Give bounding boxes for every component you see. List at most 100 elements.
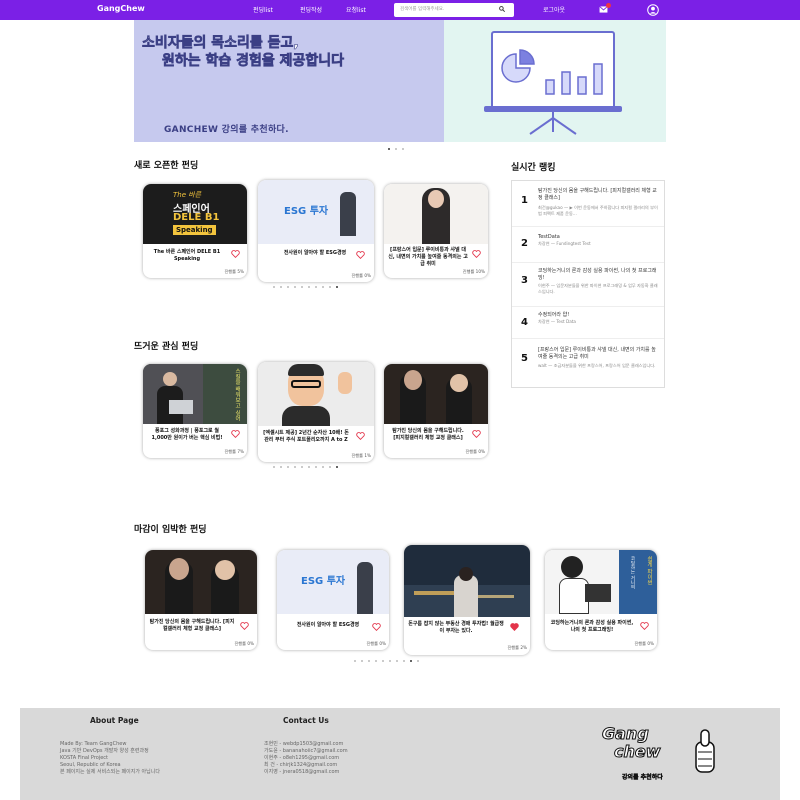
thumb-text: DELE B1 — [173, 212, 220, 223]
rank-number: 1 — [521, 195, 528, 206]
section-title-hot: 뜨거운 관심 펀딩 — [134, 342, 199, 352]
card-thumbnail: 쉽게 파이썬 코딩하는 거니의 — [545, 550, 657, 614]
search-input[interactable]: 검색어를 입력해주세요. — [400, 6, 444, 12]
funding-card[interactable]: 쉽게 파이썬 코딩하는 거니의 코딩하는거니의 론과 감성 실용 파이썬, 나의… — [545, 550, 657, 650]
card-progress: 진행률 0% — [351, 273, 371, 278]
slide-dot[interactable] — [395, 148, 397, 150]
banner-right-panel — [444, 20, 666, 142]
card-title: 탐가진 당신의 몸을 구해드립니다. [피지컬갤러리 체형 교정 클래스] — [392, 428, 464, 441]
footer-about-line: Made By: Team GangChew — [60, 741, 127, 747]
heart-icon[interactable] — [356, 251, 365, 259]
card-title: 전사원이 알아야 할 ESG경영 — [283, 250, 347, 256]
funding-card[interactable]: 탐가진 당신의 몸을 구해드립니다. [피지컬갤러리 체형 교정 클래스] 진행… — [145, 550, 257, 650]
footer-about-line: 본 페이지는 실제 서비스되는 페이지가 아닙니다 — [60, 769, 160, 775]
card-thumbnail — [404, 545, 530, 617]
section-title-ranking: 실시간 랭킹 — [511, 163, 556, 173]
banner-headline-1: 소비자들의 목소리를 듣고, — [142, 35, 299, 52]
nav-link-funding-list[interactable]: 펀딩list — [253, 5, 273, 14]
ranking-item[interactable]: 3 코딩하는거니의 론과 감성 실용 파이썬, 나의 첫 프로그래밍! 이현주 … — [512, 263, 664, 307]
card-thumbnail: ESG 투자 — [258, 180, 374, 244]
card-progress: 진행률 2% — [507, 645, 527, 650]
card-thumbnail — [384, 364, 488, 424]
nav-link-funding-write[interactable]: 펀딩작성 — [300, 5, 322, 14]
cartoon-head — [561, 556, 583, 578]
top-nav: GangChew 펀딩list 펀딩작성 요청list 검색어를 입력해주세요.… — [0, 0, 800, 20]
heart-icon[interactable] — [231, 430, 240, 438]
funding-card[interactable]: [엑셀시트 제공] 2년간 순자산 10배! 돈관리 부터 주식 포트폴리오까지… — [258, 362, 374, 462]
card-progress: 진행률 1% — [351, 453, 371, 458]
card-thumbnail — [384, 184, 488, 244]
card-title: 탐가진 당신의 몸을 구해드립니다. [피지컬갤러리 체형 교정 클래스] — [149, 619, 235, 632]
rank-title: 수정되어라 얍! — [538, 312, 570, 318]
heart-icon[interactable] — [472, 430, 481, 438]
card-title: [엑셀시트 제공] 2년간 순자산 10배! 돈관리 부터 주식 포트폴리오까지… — [263, 430, 349, 443]
card-progress: 진행률 7% — [224, 449, 244, 454]
funding-card[interactable]: 돈구름 잡지 않는 부동산 경매 투자법! 월급쟁이 부자는 있다. 진행률 2… — [404, 545, 530, 655]
thumb-text: Speaking — [173, 225, 216, 235]
funding-card[interactable]: 스킬을 배워보고 싶어 풍포그 성화과정 | 풍포그로 월 1,000만 원이가… — [143, 364, 247, 458]
card-title: The 바른 스페인어 DELE B1 Speaking — [153, 249, 221, 262]
ranking-list: 1 탐가진 당신의 몸을 구해드립니다. [피지컬갤러리 체형 교정 클래스] … — [511, 180, 665, 388]
banner-headline-2: 원하는 학습 경험을 제공합니다 — [162, 53, 345, 70]
funding-card[interactable]: 탐가진 당신의 몸을 구해드립니다. [피지컬갤러리 체형 교정 클래스] 진행… — [384, 364, 488, 458]
ranking-item[interactable]: 1 탐가진 당신의 몸을 구해드립니다. [피지컬갤러리 체형 교정 클래스] … — [512, 181, 664, 227]
heart-icon[interactable] — [240, 622, 249, 630]
card-title: 전사원이 알아야 할 ESG경영 — [296, 622, 360, 628]
waving-hand — [338, 372, 352, 394]
card-title: [프랑스어 입문] 루이비통과 샤넬 대신, 내면의 가치를 높여줄 동격의는 … — [388, 247, 468, 267]
nav-link-request-list[interactable]: 요청list — [346, 5, 366, 14]
slide-dot[interactable] — [402, 148, 404, 150]
heart-icon[interactable] — [372, 623, 381, 631]
card-thumbnail — [258, 362, 374, 426]
funding-card[interactable]: [프랑스어 입문] 루이비통과 샤넬 대신, 내면의 가치를 높여줄 동격의는 … — [384, 184, 488, 278]
logo-link[interactable]: GangChew — [97, 4, 145, 13]
heart-icon-filled[interactable] — [510, 623, 519, 631]
rank-number: 3 — [521, 275, 528, 286]
rank-subtitle: 최건@gukao — ▶ 이번 운동에서 주하합니다 피지컬 갤러리의 부이범 … — [538, 205, 658, 216]
section-title-deadline: 마감이 임박한 펀딩 — [134, 525, 207, 535]
ranking-item[interactable]: 5 [프랑스어 입문] 루이비통과 샤넬 대신, 내면의 가치를 높여줄 동격의… — [512, 339, 664, 387]
user-icon[interactable] — [647, 4, 659, 16]
footer-about-line: KOSTA Final Project — [60, 755, 109, 761]
footer-contact-line[interactable]: 조현민 - webdp1503@gmail.com — [264, 741, 343, 748]
card-title: 코딩하는거니의 론과 감성 실용 파이썬, 나의 첫 프로그래밍! — [550, 620, 634, 633]
rank-subtitle: 차장연 — Fundingtest Test — [538, 241, 591, 246]
heart-icon[interactable] — [356, 432, 365, 440]
funding-card[interactable]: ESG 투자 전사원이 알아야 할 ESG경영 진행률 0% — [277, 550, 389, 650]
card-thumbnail — [145, 550, 257, 614]
heart-icon[interactable] — [640, 622, 649, 630]
footer-logo-line: Gang — [602, 724, 650, 744]
footer-about-line: Seoul, Republic of Korea — [60, 762, 121, 768]
rank-title: 코딩하는거니의 론과 감성 실용 파이썬, 나의 첫 프로그래밍! — [538, 268, 657, 281]
footer-contact-line[interactable]: 가도윤 - bananahoiic7@gmail.com — [264, 748, 348, 755]
heart-icon[interactable] — [231, 250, 240, 258]
search-box[interactable]: 검색어를 입력해주세요. — [394, 3, 514, 17]
card-title: 돈구름 잡지 않는 부동산 경매 투자법! 월급쟁이 부자는 있다. — [408, 621, 504, 634]
footer-about-title: About Page — [90, 716, 139, 725]
rank-title: [프랑스어 입문] 루이비통과 샤넬 대신, 내면의 가치를 높여줄 동격의는 … — [538, 347, 656, 360]
card-progress: 진행률 0% — [465, 449, 485, 454]
carousel-dots-deadline — [354, 660, 419, 662]
ranking-item[interactable]: 4 수정되어라 얍! 차장연 — Test Data — [512, 307, 664, 339]
funding-card[interactable]: The 바른 스페인어 DELE B1 Speaking The 바른 스페인어… — [143, 184, 247, 278]
card-thumbnail: The 바른 스페인어 DELE B1 Speaking — [143, 184, 247, 244]
thumb-text: The 바른 — [173, 191, 202, 199]
footer-contact-line[interactable]: 이현주 - o8eh1295@gmail.com — [264, 755, 339, 762]
footer: About Page Made By: Team GangChew Java 기… — [20, 708, 780, 800]
thumbs-up-icon — [695, 729, 715, 773]
slide-dot[interactable] — [388, 148, 390, 150]
footer-contact-line[interactable]: 이지영 - jnera0518@gmail.com — [264, 769, 339, 776]
rank-title: 탐가진 당신의 몸을 구해드립니다. [피지컬갤러리 체형 교정 클래스] — [538, 188, 657, 201]
thumb-text: 쉽게 파이썬 — [646, 556, 652, 586]
funding-card[interactable]: ESG 투자 전사원이 알아야 할 ESG경영 진행률 0% — [258, 180, 374, 282]
card-progress: 진행률 0% — [366, 641, 386, 646]
section-title-new: 새로 오픈한 펀딩 — [134, 161, 199, 171]
card-progress: 진행률 0% — [234, 641, 254, 646]
ranking-item[interactable]: 2 TestData 차장연 — Fundingtest Test — [512, 227, 664, 263]
heart-icon[interactable] — [472, 250, 481, 258]
card-thumbnail: ESG 투자 — [277, 550, 389, 614]
search-icon[interactable] — [499, 6, 505, 12]
footer-contact-line[interactable]: 최 건 - chirjk1324@gmail.com — [264, 762, 337, 769]
logout-link[interactable]: 로그아웃 — [543, 5, 565, 14]
rank-number: 4 — [521, 317, 528, 328]
